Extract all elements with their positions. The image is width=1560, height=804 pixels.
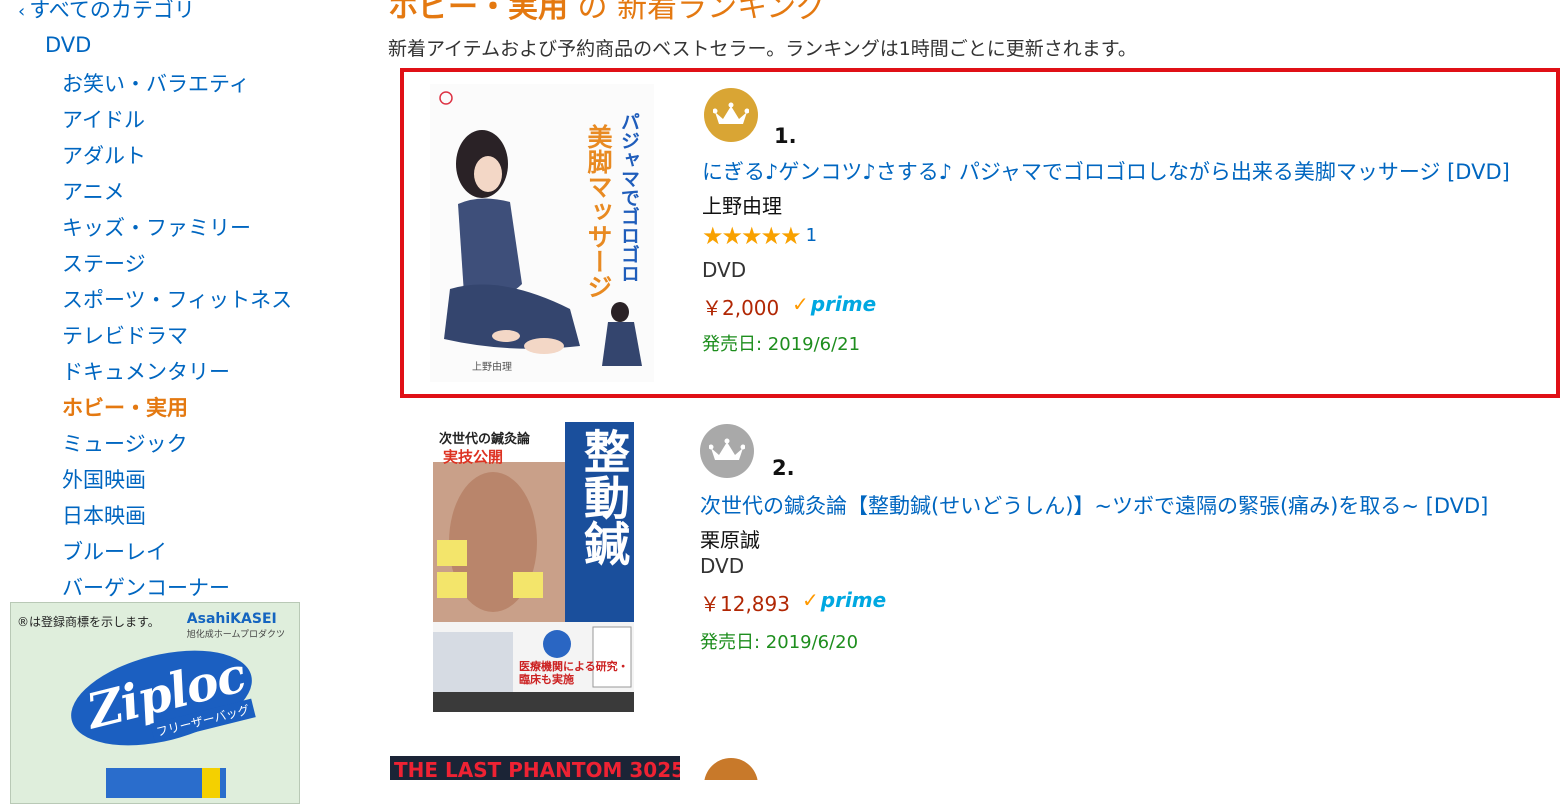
product-cover-image[interactable]: 次世代の鍼灸論 実技公開 整動鍼 医療機関による研究・臨床も実施 <box>433 422 634 712</box>
page-subtitle: 新着アイテムおよび予約商品のベストセラー。ランキングは1時間ごとに更新されます。 <box>388 38 1137 60</box>
prime-badge: ✓ prime <box>802 588 887 612</box>
category-item[interactable]: アニメ <box>62 174 292 210</box>
ad-brand-logo: AsahiKASEI 旭化成ホームプロダクツ <box>186 611 285 640</box>
ad-trademark-notice: ®は登録商標を示します。 <box>17 615 160 629</box>
parent-category-link[interactable]: DVD <box>45 33 91 57</box>
rank-number: 1. <box>774 124 797 148</box>
ziploc-logo: Ziploc <box>61 633 262 763</box>
product-format: DVD <box>702 258 747 282</box>
chevron-left-icon: ‹ <box>18 1 26 22</box>
category-item[interactable]: 外国映画 <box>62 462 292 498</box>
category-item[interactable]: ドキュメンタリー <box>62 354 292 390</box>
all-categories-link[interactable]: ‹ すべてのカテゴリ <box>18 0 195 24</box>
product-price: ￥2,000 <box>702 296 780 320</box>
category-item-active[interactable]: ホビー・実用 <box>62 390 292 426</box>
star-rating-icon: ★★★★★ <box>702 222 802 250</box>
product-format: DVD <box>700 554 745 578</box>
category-item[interactable]: ブルーレイ <box>62 534 292 570</box>
prime-check-icon: ✓ <box>802 588 819 612</box>
cover-title-b: 美脚マッサージ <box>584 124 613 299</box>
release-date: 発売日: 2019/6/20 <box>700 632 859 653</box>
page-title: ホビー・実用 の 新着ランキング <box>388 0 827 25</box>
product-title-link[interactable]: にぎる♪ゲンコツ♪さする♪ パジャマでゴロゴロしながら出来る美脚マッサージ [D… <box>702 156 1510 186</box>
product-price: ￥12,893 <box>700 592 790 616</box>
cover-title-d: 医療機関による研究・臨床も実施 <box>519 660 629 686</box>
ziploc-ad-banner[interactable]: ®は登録商標を示します。 AsahiKASEI 旭化成ホームプロダクツ Zipl… <box>10 602 300 804</box>
svg-text:上野由理: 上野由理 <box>472 360 512 373</box>
product-cover-image[interactable]: 上野由理 パジャマでゴロゴロ 美脚マッサージ <box>430 84 654 382</box>
cover-title-b: 実技公開 <box>443 448 504 466</box>
category-list: お笑い・バラエティ アイドル アダルト アニメ キッズ・ファミリー ステージ ス… <box>62 66 292 606</box>
review-count-link[interactable]: 1 <box>806 225 817 246</box>
category-item[interactable]: キッズ・ファミリー <box>62 210 292 246</box>
product-author: 上野由理 <box>702 194 782 218</box>
rank-crown-icon <box>704 88 758 142</box>
cover-title-a: THE LAST PHANTOM 30250 <box>394 758 680 780</box>
category-item[interactable]: アダルト <box>62 138 292 174</box>
cover-title-a: パジャマでゴロゴロ <box>618 112 640 283</box>
product-author: 栗原誠 <box>700 528 760 552</box>
rank-crown-icon <box>700 424 754 478</box>
ranking-item: 上野由理 パジャマでゴロゴロ 美脚マッサージ 1. にぎる♪ゲンコツ♪さする♪ … <box>400 68 1560 398</box>
release-date: 発売日: 2019/6/21 <box>702 334 861 355</box>
rank-crown-icon <box>704 758 758 780</box>
category-item[interactable]: 日本映画 <box>62 498 292 534</box>
category-sidebar: ‹ すべてのカテゴリ DVD お笑い・バラエティ アイドル アダルト アニメ キッ… <box>0 0 320 804</box>
category-item[interactable]: ステージ <box>62 246 292 282</box>
prime-check-icon: ✓ <box>792 292 809 316</box>
cover-title-a: 次世代の鍼灸論 <box>439 432 531 447</box>
rating-stars[interactable]: ★★★★★ 1 <box>702 222 817 250</box>
prime-badge: ✓ prime <box>792 292 877 316</box>
category-item[interactable]: テレビドラマ <box>62 318 292 354</box>
cover-title-c: 整動鍼 <box>577 428 631 566</box>
category-item[interactable]: お笑い・バラエティ <box>62 66 292 102</box>
category-item[interactable]: スポーツ・フィットネス <box>62 282 292 318</box>
ranking-item: 次世代の鍼灸論 実技公開 整動鍼 医療機関による研究・臨床も実施 2. 次世代の… <box>400 410 1552 720</box>
ranking-item: THE LAST PHANTOM 30250 <box>390 756 1550 780</box>
category-item[interactable]: バーゲンコーナー <box>62 570 292 606</box>
product-title-link[interactable]: 次世代の鍼灸論【整動鍼(せいどうしん)】~ツボで遠隔の緊張(痛み)を取る~ [D… <box>700 490 1488 520</box>
rank-number: 2. <box>772 456 795 480</box>
ad-product-box <box>106 768 226 798</box>
category-item[interactable]: ミュージック <box>62 426 292 462</box>
category-item[interactable]: アイドル <box>62 102 292 138</box>
product-cover-image[interactable]: THE LAST PHANTOM 30250 <box>390 756 680 780</box>
